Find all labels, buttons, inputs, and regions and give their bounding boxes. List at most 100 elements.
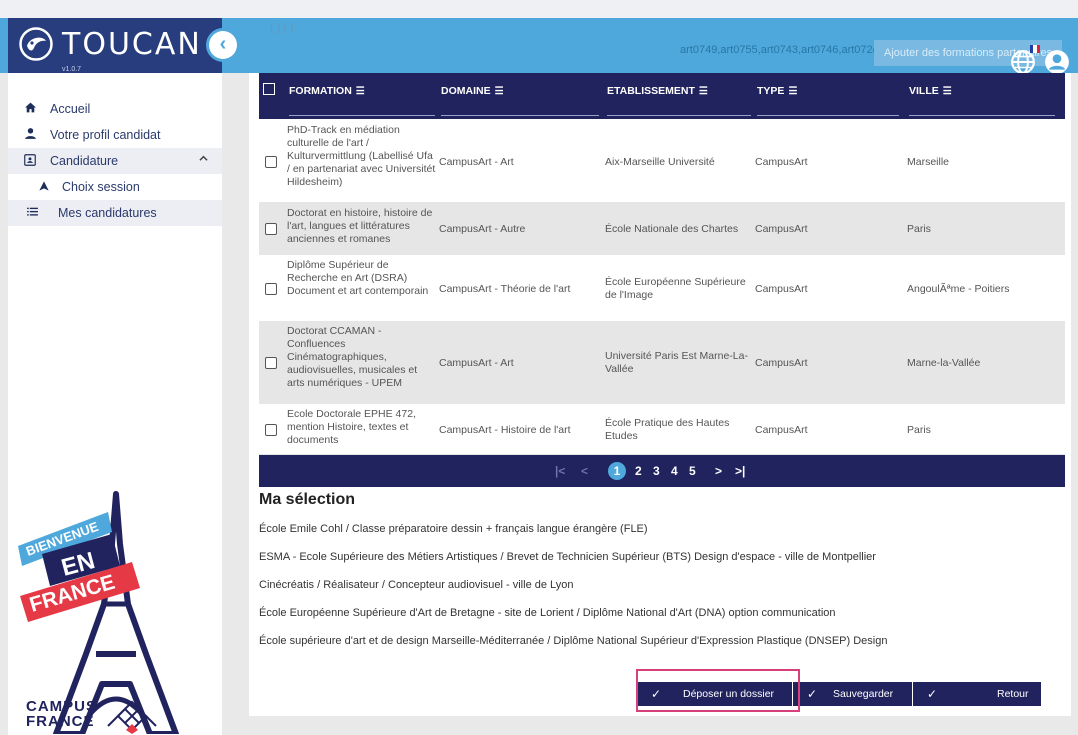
filter-underline [441, 115, 599, 116]
filter-underline [909, 115, 1055, 116]
column-header-etablissement[interactable]: ETABLISSEMENT ☰ [607, 85, 708, 97]
selection-item: Cinécréatis / Réalisateur / Concepteur a… [259, 579, 574, 591]
selection-title: Ma sélection [259, 491, 356, 508]
cell-type: CampusArt [755, 223, 808, 235]
cell-ville: Paris [907, 424, 931, 436]
toucan-logo-icon [19, 27, 53, 61]
chevron-left-icon: ‹ [209, 31, 237, 59]
table-row[interactable]: Diplôme Supérieur de Recherche en Art (D… [259, 255, 1065, 322]
cell-formation: Ecole Doctorale EPHE 472, mention Histoi… [287, 408, 416, 446]
sort-icon: ☰ [698, 86, 708, 97]
check-icon: ✓ [807, 687, 818, 701]
cell-etablissement: Université Paris Est Marne-La-Vallée [605, 350, 748, 375]
row-checkbox[interactable] [265, 424, 277, 436]
home-icon [22, 96, 38, 122]
cell-ville: Marne-la-Vallée [907, 357, 981, 369]
table-row[interactable]: Doctorat en histoire, histoire de l'art,… [259, 203, 1065, 255]
sidebar-nav: Accueil Votre profil candidat Candidatur… [8, 96, 222, 226]
first-page-button[interactable]: |< [555, 464, 565, 478]
selection-item: École Européenne Supérieure d'Art de Bre… [259, 607, 836, 619]
filter-underline [607, 115, 751, 116]
french-flag-icon[interactable] [1030, 45, 1040, 53]
bienvenue-en-france-banner: BIENVENUE EN FRANCE [18, 491, 179, 734]
sidebar-item-label: Choix session [62, 180, 140, 194]
table-row[interactable]: Ecole Doctorale EPHE 472, mention Histoi… [259, 404, 1065, 455]
button-label: Sauvegarder [833, 688, 894, 700]
last-page-button[interactable]: >| [735, 464, 745, 478]
page-button-5[interactable]: 5 [689, 464, 696, 478]
app-name: TOUCAN [62, 27, 202, 62]
row-checkbox[interactable] [265, 223, 277, 235]
cell-etablissement: École Européenne Supérieure de l'Image [605, 276, 746, 301]
list-icon [24, 200, 40, 226]
table-header: FORMATION ☰ DOMAINE ☰ ETABLISSEMENT ☰ TYPE ☰… [259, 73, 1065, 119]
prev-page-button[interactable]: < [581, 464, 588, 478]
main-panel: FORMATION ☰ DOMAINE ☰ ETABLISSEMENT ☰ TYPE ☰… [249, 73, 1071, 716]
sidebar-item-label: Votre profil candidat [50, 128, 161, 142]
selection-item: ESMA - Ecole Supérieure des Métiers Arti… [259, 551, 876, 563]
cell-etablissement: Aix-Marseille Université [605, 156, 715, 168]
cell-type: CampusArt [755, 156, 808, 168]
header-label: FORMATION [289, 85, 352, 97]
retour-button[interactable]: ✓ Retour [913, 682, 1041, 706]
formations-table-body: PhD-Track en médiation culturelle de l'a… [259, 121, 1065, 455]
selection-item: École supérieure d'art et de design Mars… [259, 635, 888, 647]
cell-ville: AngoulÃªme - Poitiers [907, 283, 1010, 295]
header-label: ETABLISSEMENT [607, 85, 695, 97]
logo-bar: TOUCAN v1.0.7 [8, 18, 222, 73]
filter-underline [757, 115, 899, 116]
cell-type: CampusArt [755, 357, 808, 369]
sort-icon: ☰ [788, 86, 798, 97]
cell-domaine: CampusArt - Théorie de l'art [439, 283, 571, 295]
sauvegarder-button[interactable]: ✓ Sauvegarder [793, 682, 913, 706]
cell-type: CampusArt [755, 424, 808, 436]
select-all-checkbox[interactable] [263, 83, 275, 95]
column-header-domaine[interactable]: DOMAINE ☰ [441, 85, 504, 97]
next-page-button[interactable]: > [715, 464, 722, 478]
bookmark-icon [36, 174, 52, 200]
sidebar: TOUCAN v1.0.7 ‹ Accueil Votre profil can… [8, 18, 240, 735]
sidebar-item-choix-session[interactable]: Choix session [8, 174, 222, 200]
person-icon [22, 122, 38, 148]
cell-type: CampusArt [755, 283, 808, 295]
page-button-2[interactable]: 2 [635, 464, 642, 478]
column-header-ville[interactable]: VILLE ☰ [909, 85, 952, 97]
cell-domaine: CampusArt - Art [439, 156, 514, 168]
cell-formation: PhD-Track en médiation culturelle de l'a… [287, 124, 436, 188]
table-row[interactable]: PhD-Track en médiation culturelle de l'a… [259, 121, 1065, 203]
campus-diamond-icon [107, 700, 157, 734]
page-button-4[interactable]: 4 [671, 464, 678, 478]
page-current[interactable]: 1 [608, 462, 626, 480]
row-checkbox[interactable] [265, 357, 277, 369]
user-account-icon[interactable] [1044, 49, 1070, 75]
sidebar-item-candidature[interactable]: Candidature [8, 148, 222, 174]
button-label: Retour [997, 688, 1029, 700]
application-icon [22, 148, 38, 174]
sidebar-item-label: Candidature [50, 154, 119, 168]
table-row[interactable]: Doctorat CCAMAN - Confluences Cinématogr… [259, 322, 1065, 404]
cell-formation: Doctorat CCAMAN - Confluences Cinématogr… [287, 325, 418, 389]
row-checkbox[interactable] [265, 283, 277, 295]
sidebar-collapse-button[interactable]: ‹ [206, 28, 240, 62]
sidebar-item-mes-candidatures[interactable]: Mes candidatures [8, 200, 222, 226]
page-button-3[interactable]: 3 [653, 464, 660, 478]
column-header-formation[interactable]: FORMATION ☰ [289, 85, 365, 97]
sidebar-item-profil[interactable]: Votre profil candidat [8, 122, 222, 148]
row-checkbox[interactable] [265, 156, 277, 168]
sidebar-item-accueil[interactable]: Accueil [8, 96, 222, 122]
deposer-button-highlight [636, 669, 800, 712]
filter-underline [289, 115, 435, 116]
selected-codes: art0749,art0755,art0743,art0746,art072( [680, 44, 877, 56]
chevron-up-icon [199, 148, 208, 174]
top-strip [0, 0, 1078, 18]
cell-domaine: CampusArt - Histoire de l'art [439, 424, 571, 436]
cell-etablissement: École Pratique des Hautes Etudes [605, 417, 730, 442]
topbar-faded-text: ( ) ( ) [270, 22, 294, 34]
cell-ville: Marseille [907, 156, 950, 168]
header-label: TYPE [757, 85, 785, 97]
sidebar-item-label: Mes candidatures [58, 206, 157, 220]
sort-icon: ☰ [494, 86, 504, 97]
campus-france-logo: CAMPUS FRANCE [26, 698, 206, 735]
column-header-type[interactable]: TYPE ☰ [757, 85, 797, 97]
sidebar-item-label: Accueil [50, 102, 91, 116]
